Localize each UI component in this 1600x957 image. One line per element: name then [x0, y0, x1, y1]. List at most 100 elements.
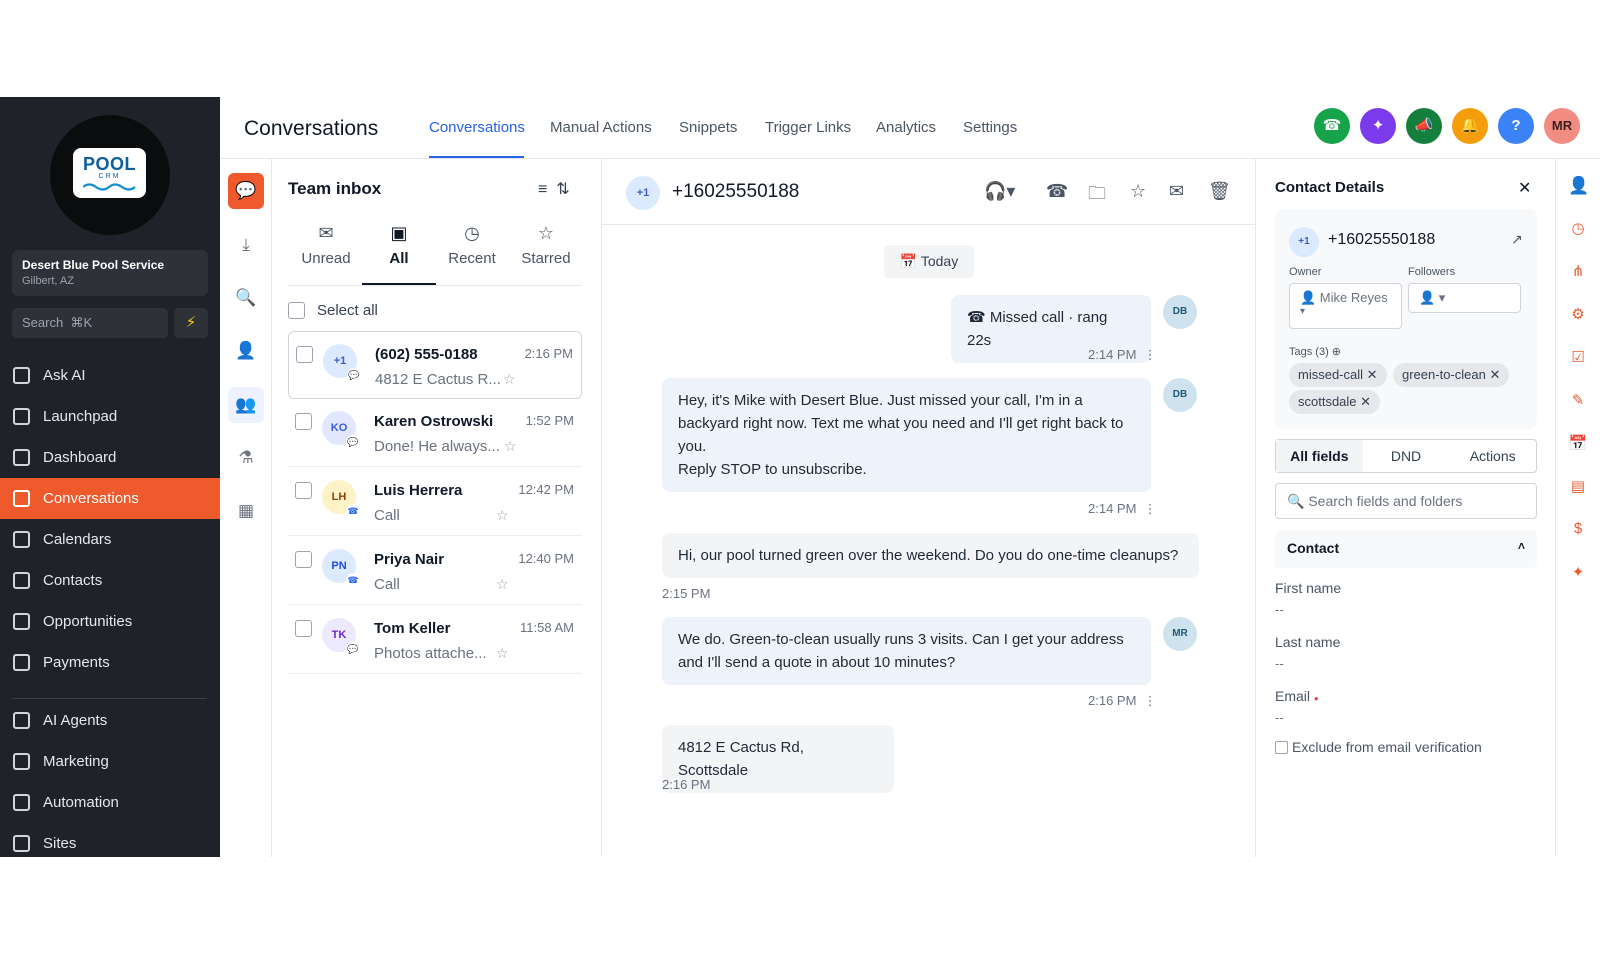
- conversation-row[interactable]: TK 💬 Tom Keller 11:58 AM Photos attache.…: [288, 606, 582, 674]
- tag-chip[interactable]: missed-call ✕: [1289, 363, 1387, 387]
- sidebar-item-automation[interactable]: Automation: [0, 782, 220, 823]
- history-icon[interactable]: ◷: [1568, 219, 1588, 237]
- conversation-row[interactable]: +1 💬 (602) 555-0188 2:16 PM 4812 E Cactu…: [288, 331, 582, 399]
- filter-icon[interactable]: ⚗: [228, 440, 264, 476]
- select-all-checkbox[interactable]: [288, 302, 305, 319]
- segment-actions[interactable]: Actions: [1449, 440, 1536, 472]
- row-checkbox[interactable]: [295, 551, 312, 568]
- sidebar-item-ask-ai[interactable]: Ask AI: [0, 355, 220, 396]
- star-icon[interactable]: ☆: [1130, 181, 1146, 202]
- field-value-last-name[interactable]: --: [1275, 656, 1284, 671]
- owner-select[interactable]: 👤 Mike Reyes ▾: [1289, 283, 1402, 329]
- filter-tab-recent[interactable]: ◷ Recent: [436, 223, 508, 267]
- grid-icon[interactable]: ▦: [228, 493, 264, 529]
- row-checkbox[interactable]: [295, 413, 312, 430]
- mail-icon[interactable]: ✉: [1169, 181, 1184, 202]
- conversation-row[interactable]: KO 💬 Karen Ostrowski 1:52 PM Done! He al…: [288, 399, 582, 467]
- sidebar-item-launchpad[interactable]: Launchpad: [0, 396, 220, 437]
- filter-tab-unread[interactable]: ✉ Unread: [290, 223, 362, 267]
- sidebar-item-payments[interactable]: Payments: [0, 642, 220, 683]
- pipeline-icon[interactable]: ⋔: [1568, 262, 1588, 280]
- tag-chip[interactable]: green-to-clean ✕: [1393, 363, 1510, 387]
- exclude-email-verification[interactable]: Exclude from email verification: [1275, 739, 1482, 755]
- sort-icon[interactable]: ⇅: [556, 181, 569, 198]
- field-value-email[interactable]: --: [1275, 710, 1284, 725]
- filter-label: Recent: [448, 250, 496, 267]
- sidebar-item-contacts[interactable]: Contacts: [0, 560, 220, 601]
- quick-actions-button[interactable]: ⚡: [174, 308, 208, 338]
- followers-label: Followers: [1408, 266, 1456, 278]
- sidebar-divider: [12, 698, 207, 699]
- sidebar-search[interactable]: Search ⌘K: [12, 308, 168, 338]
- tab-settings[interactable]: Settings: [963, 119, 1017, 136]
- contact-section-header[interactable]: Contact ˄: [1275, 530, 1537, 568]
- sidebar-item-conversations[interactable]: Conversations: [0, 478, 220, 519]
- tab-snippets[interactable]: Snippets: [679, 119, 737, 136]
- sidebar-item-opportunities[interactable]: Opportunities: [0, 601, 220, 642]
- more-icon[interactable]: ⋮: [1144, 501, 1157, 516]
- notes-icon[interactable]: ✎: [1568, 391, 1588, 409]
- contacts-icon: [13, 572, 30, 589]
- field-value-first-name[interactable]: --: [1275, 602, 1284, 617]
- filter-tab-starred[interactable]: ☆ Starred: [510, 223, 582, 267]
- message-time: 2:15 PM: [662, 586, 711, 601]
- documents-icon[interactable]: ▤: [1568, 477, 1588, 495]
- close-icon[interactable]: ✕: [1518, 178, 1531, 198]
- star-icon[interactable]: ☆: [496, 507, 509, 524]
- tag-chip[interactable]: scottsdale ✕: [1289, 390, 1381, 414]
- conversation-row[interactable]: PN ☎ Priya Nair 12:40 PM Call ☆: [288, 537, 582, 605]
- payments-icon[interactable]: $: [1568, 520, 1588, 537]
- download-icon[interactable]: ⤓: [228, 227, 264, 263]
- menu-icon[interactable]: ≡: [538, 181, 547, 198]
- team-icon[interactable]: 👥: [228, 387, 264, 423]
- row-checkbox[interactable]: [295, 482, 312, 499]
- external-link-icon[interactable]: ↗: [1511, 231, 1523, 248]
- star-icon[interactable]: ☆: [496, 576, 509, 593]
- filter-tab-all[interactable]: ▣ All: [363, 223, 435, 267]
- chat-icon[interactable]: 💬: [228, 173, 264, 209]
- notifications-button[interactable]: 🔔: [1452, 108, 1488, 144]
- ai-assist-button[interactable]: ✦: [1360, 108, 1396, 144]
- sidebar-item-ai-agents[interactable]: AI Agents: [0, 700, 220, 741]
- conversation-row[interactable]: LH ☎ Luis Herrera 12:42 PM Call ☆: [288, 468, 582, 536]
- person-icon[interactable]: 👤: [228, 333, 264, 369]
- tab-analytics[interactable]: Analytics: [876, 119, 936, 136]
- tasks-icon[interactable]: ☑: [1568, 348, 1588, 366]
- star-icon[interactable]: ☆: [504, 438, 517, 455]
- location-switcher[interactable]: Desert Blue Pool Service Gilbert, AZ: [12, 250, 208, 296]
- headset-icon[interactable]: 🎧▾: [984, 181, 1015, 202]
- more-icon[interactable]: ⋮: [1144, 347, 1157, 362]
- search-icon[interactable]: 🔍: [228, 280, 264, 316]
- row-checkbox[interactable]: [296, 346, 313, 363]
- star-icon[interactable]: ☆: [503, 371, 516, 388]
- sidebar-item-marketing[interactable]: Marketing: [0, 741, 220, 782]
- sidebar-item-dashboard[interactable]: Dashboard: [0, 437, 220, 478]
- segment-dnd[interactable]: DND: [1363, 440, 1450, 472]
- fields-search-input[interactable]: 🔍 Search fields and folders: [1275, 483, 1537, 519]
- contact-name: Luis Herrera: [374, 482, 463, 499]
- star-icon[interactable]: ☆: [496, 645, 509, 662]
- segment-all-fields[interactable]: All fields: [1276, 440, 1363, 472]
- gear-icon[interactable]: ⚙: [1568, 305, 1588, 323]
- user-avatar[interactable]: MR: [1544, 108, 1580, 144]
- calendar-icon[interactable]: 📅: [1568, 434, 1588, 452]
- followers-select[interactable]: 👤 ▾: [1408, 283, 1521, 313]
- contact-icon[interactable]: 👤: [1568, 176, 1589, 196]
- sidebar-item-calendars[interactable]: Calendars: [0, 519, 220, 560]
- ai-icon[interactable]: ✦: [1568, 563, 1588, 581]
- announcements-button[interactable]: 📣: [1406, 108, 1442, 144]
- exclude-checkbox[interactable]: [1275, 740, 1288, 754]
- select-all[interactable]: Select all: [288, 302, 378, 319]
- help-button[interactable]: ?: [1498, 108, 1534, 144]
- trash-icon[interactable]: 🗑: [1208, 181, 1231, 202]
- sidebar-item-sites[interactable]: Sites: [0, 823, 220, 857]
- sms-channel-icon: 💬: [346, 642, 360, 656]
- more-icon[interactable]: ⋮: [1144, 693, 1157, 708]
- phone-icon[interactable]: ☎: [1046, 181, 1068, 202]
- tab-trigger-links[interactable]: Trigger Links: [765, 119, 851, 136]
- tab-manual-actions[interactable]: Manual Actions: [550, 119, 652, 136]
- row-checkbox[interactable]: [295, 620, 312, 637]
- tab-conversations[interactable]: Conversations: [429, 119, 525, 136]
- folder-icon[interactable]: 🗀: [1088, 181, 1106, 211]
- phone-button[interactable]: ☎: [1314, 108, 1350, 144]
